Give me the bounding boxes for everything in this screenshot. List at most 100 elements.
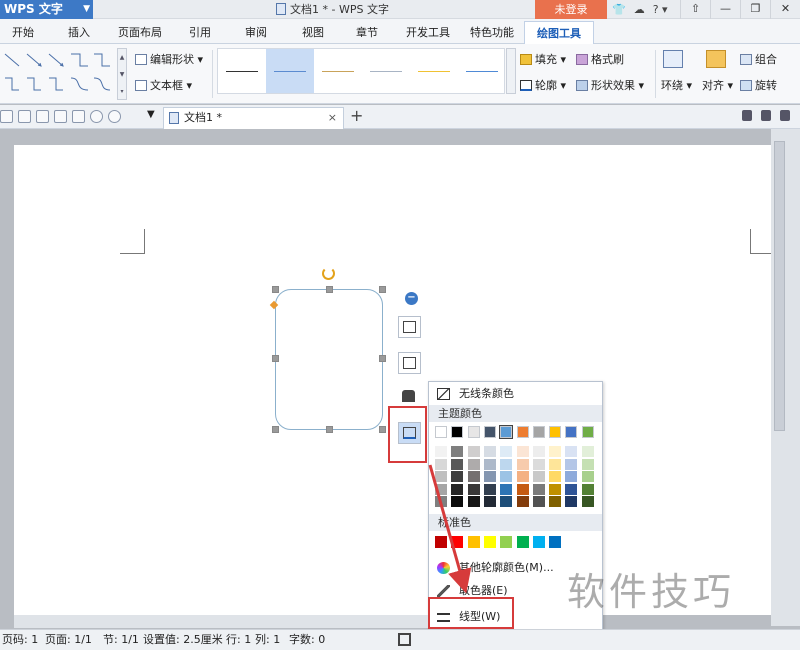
- vertical-scrollbar[interactable]: [771, 129, 800, 626]
- shirt-icon[interactable]: 👕: [612, 3, 626, 16]
- standard-color-swatch[interactable]: [483, 536, 496, 548]
- theme-color-swatch[interactable]: [483, 426, 496, 438]
- group-button[interactable]: 组合: [740, 51, 777, 67]
- shape-effects-button[interactable]: 形状效果 ▾: [576, 77, 644, 93]
- new-tab-button[interactable]: +: [350, 106, 363, 125]
- print-icon[interactable]: [54, 110, 67, 123]
- theme-color-swatch[interactable]: [516, 426, 529, 438]
- login-button[interactable]: 未登录: [535, 0, 607, 19]
- line-style-option[interactable]: [410, 49, 458, 93]
- theme-tint-swatch[interactable]: [516, 446, 529, 457]
- theme-tint-swatch[interactable]: [451, 483, 464, 495]
- standard-color-swatch[interactable]: [467, 536, 480, 548]
- document-page[interactable]: [14, 145, 775, 615]
- tab-references[interactable]: 引用: [189, 24, 211, 40]
- theme-tint-swatch[interactable]: [435, 458, 447, 470]
- theme-color-swatch[interactable]: [451, 426, 464, 438]
- line-style-option[interactable]: [314, 49, 362, 93]
- theme-tint-swatch[interactable]: [500, 496, 513, 507]
- tab-review[interactable]: 审阅: [245, 24, 267, 40]
- theme-tint-swatch[interactable]: [549, 446, 562, 457]
- theme-tint-swatch[interactable]: [483, 471, 496, 482]
- theme-tint-swatch[interactable]: [532, 471, 545, 482]
- document-tab[interactable]: 文档1 * ×: [163, 107, 344, 129]
- shape-style-button[interactable]: [398, 352, 421, 374]
- theme-color-swatch[interactable]: [565, 426, 578, 438]
- theme-tint-swatch[interactable]: [532, 483, 545, 495]
- theme-tint-swatch[interactable]: [581, 496, 594, 507]
- open-icon[interactable]: [0, 110, 13, 123]
- wrap-icon[interactable]: [663, 50, 683, 71]
- rotate-handle-icon[interactable]: [322, 267, 335, 280]
- standard-color-swatch[interactable]: [500, 536, 513, 548]
- scroll-thumb[interactable]: [774, 141, 785, 431]
- theme-tint-swatch[interactable]: [565, 496, 578, 507]
- theme-tint-swatch[interactable]: [435, 483, 447, 495]
- no-line-color-item[interactable]: 无线条颜色: [429, 384, 602, 404]
- text-box-button[interactable]: 文本框 ▾: [135, 77, 192, 93]
- print-preview-icon[interactable]: [72, 110, 85, 123]
- theme-tint-swatch[interactable]: [467, 458, 480, 470]
- line-shapes-gallery[interactable]: [2, 48, 114, 100]
- theme-tint-swatch[interactable]: [516, 483, 529, 495]
- rounded-rectangle-shape[interactable]: [275, 289, 383, 430]
- theme-tint-swatch[interactable]: [549, 458, 562, 470]
- theme-color-swatch[interactable]: [467, 426, 480, 438]
- share-icon[interactable]: [761, 110, 771, 121]
- tab-insert[interactable]: 插入: [68, 24, 90, 40]
- theme-tint-swatch[interactable]: [451, 496, 464, 507]
- horizontal-scrollbar[interactable]: [14, 615, 428, 628]
- resize-handle[interactable]: [326, 426, 333, 433]
- minimize-button[interactable]: —: [710, 0, 740, 19]
- theme-tint-swatch[interactable]: [549, 471, 562, 482]
- tab-view[interactable]: 视图: [302, 24, 324, 40]
- undo-icon[interactable]: [90, 110, 103, 123]
- resize-handle[interactable]: [272, 355, 279, 362]
- resize-handle[interactable]: [379, 426, 386, 433]
- tab-developer[interactable]: 开发工具: [406, 24, 450, 40]
- theme-tint-swatch[interactable]: [451, 446, 464, 457]
- standard-color-swatch[interactable]: [549, 536, 562, 548]
- standard-color-swatch[interactable]: [435, 536, 447, 548]
- standard-color-swatch[interactable]: [451, 536, 464, 548]
- theme-color-swatch[interactable]: [435, 426, 447, 438]
- theme-tint-swatch[interactable]: [581, 458, 594, 470]
- wrap-button[interactable]: 环绕 ▾: [661, 77, 692, 93]
- close-tab-icon[interactable]: ×: [328, 108, 337, 128]
- edit-shape-button[interactable]: 编辑形状 ▾: [135, 51, 203, 67]
- theme-tint-swatch[interactable]: [581, 471, 594, 482]
- theme-tint-swatch[interactable]: [435, 496, 447, 507]
- theme-tint-swatch[interactable]: [451, 458, 464, 470]
- shape-gallery-scroll[interactable]: ▲ ▼ ▾: [117, 48, 127, 100]
- word-count[interactable]: 字数: 0: [289, 630, 325, 650]
- line-gallery-scroll[interactable]: [506, 48, 516, 94]
- collapse-icon[interactable]: −: [405, 292, 418, 305]
- fullscreen-icon[interactable]: [398, 633, 411, 646]
- theme-tint-swatch[interactable]: [516, 471, 529, 482]
- tab-chapter[interactable]: 章节: [356, 24, 378, 40]
- rotate-button[interactable]: 旋转: [740, 77, 777, 93]
- theme-tint-swatch[interactable]: [483, 496, 496, 507]
- theme-color-swatch[interactable]: [499, 425, 514, 439]
- line-style-option[interactable]: [266, 49, 314, 93]
- resize-handle[interactable]: [379, 286, 386, 293]
- tab-features[interactable]: 特色功能: [470, 24, 514, 40]
- theme-tint-swatch[interactable]: [549, 496, 562, 507]
- quick-access-dropdown-icon[interactable]: ▼: [147, 109, 155, 120]
- standard-color-swatch[interactable]: [532, 536, 545, 548]
- format-painter-button[interactable]: 格式刷: [576, 51, 624, 67]
- tab-page-layout[interactable]: 页面布局: [118, 24, 162, 40]
- line-style-option[interactable]: [362, 49, 410, 93]
- theme-tint-swatch[interactable]: [581, 446, 594, 457]
- theme-tint-swatch[interactable]: [565, 458, 578, 470]
- theme-tint-swatch[interactable]: [483, 446, 496, 457]
- align-button[interactable]: 对齐 ▾: [702, 77, 733, 93]
- theme-tint-swatch[interactable]: [500, 471, 513, 482]
- resize-handle[interactable]: [379, 355, 386, 362]
- app-menu-button[interactable]: WPS 文字 ▼: [0, 0, 93, 19]
- theme-tint-swatch[interactable]: [467, 471, 480, 482]
- line-style-option[interactable]: [218, 49, 266, 93]
- theme-tint-swatch[interactable]: [532, 458, 545, 470]
- theme-tint-swatch[interactable]: [435, 471, 447, 482]
- theme-color-swatch[interactable]: [549, 426, 562, 438]
